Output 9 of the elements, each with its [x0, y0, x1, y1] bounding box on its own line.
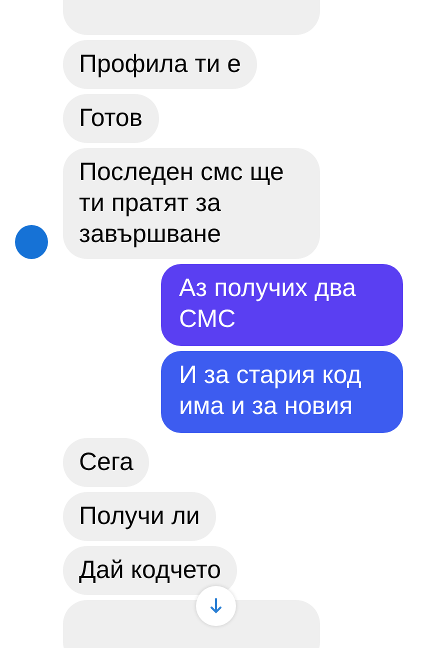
- message-bubble: Готов: [63, 94, 159, 143]
- message-bubble: Аз получих два СМС: [161, 264, 403, 346]
- message-bubble: Профила ти е: [63, 40, 258, 89]
- arrow-down-icon: [210, 598, 222, 614]
- message-bubble: Последен смс ще ти пратят за завършване: [63, 148, 320, 259]
- message-bubble: Получи ли: [63, 492, 216, 541]
- message-bubble: Сега: [63, 438, 150, 487]
- message-bubble: И за стария код има и за новия: [161, 351, 403, 433]
- message-bubble: Дай кодчето: [63, 546, 238, 595]
